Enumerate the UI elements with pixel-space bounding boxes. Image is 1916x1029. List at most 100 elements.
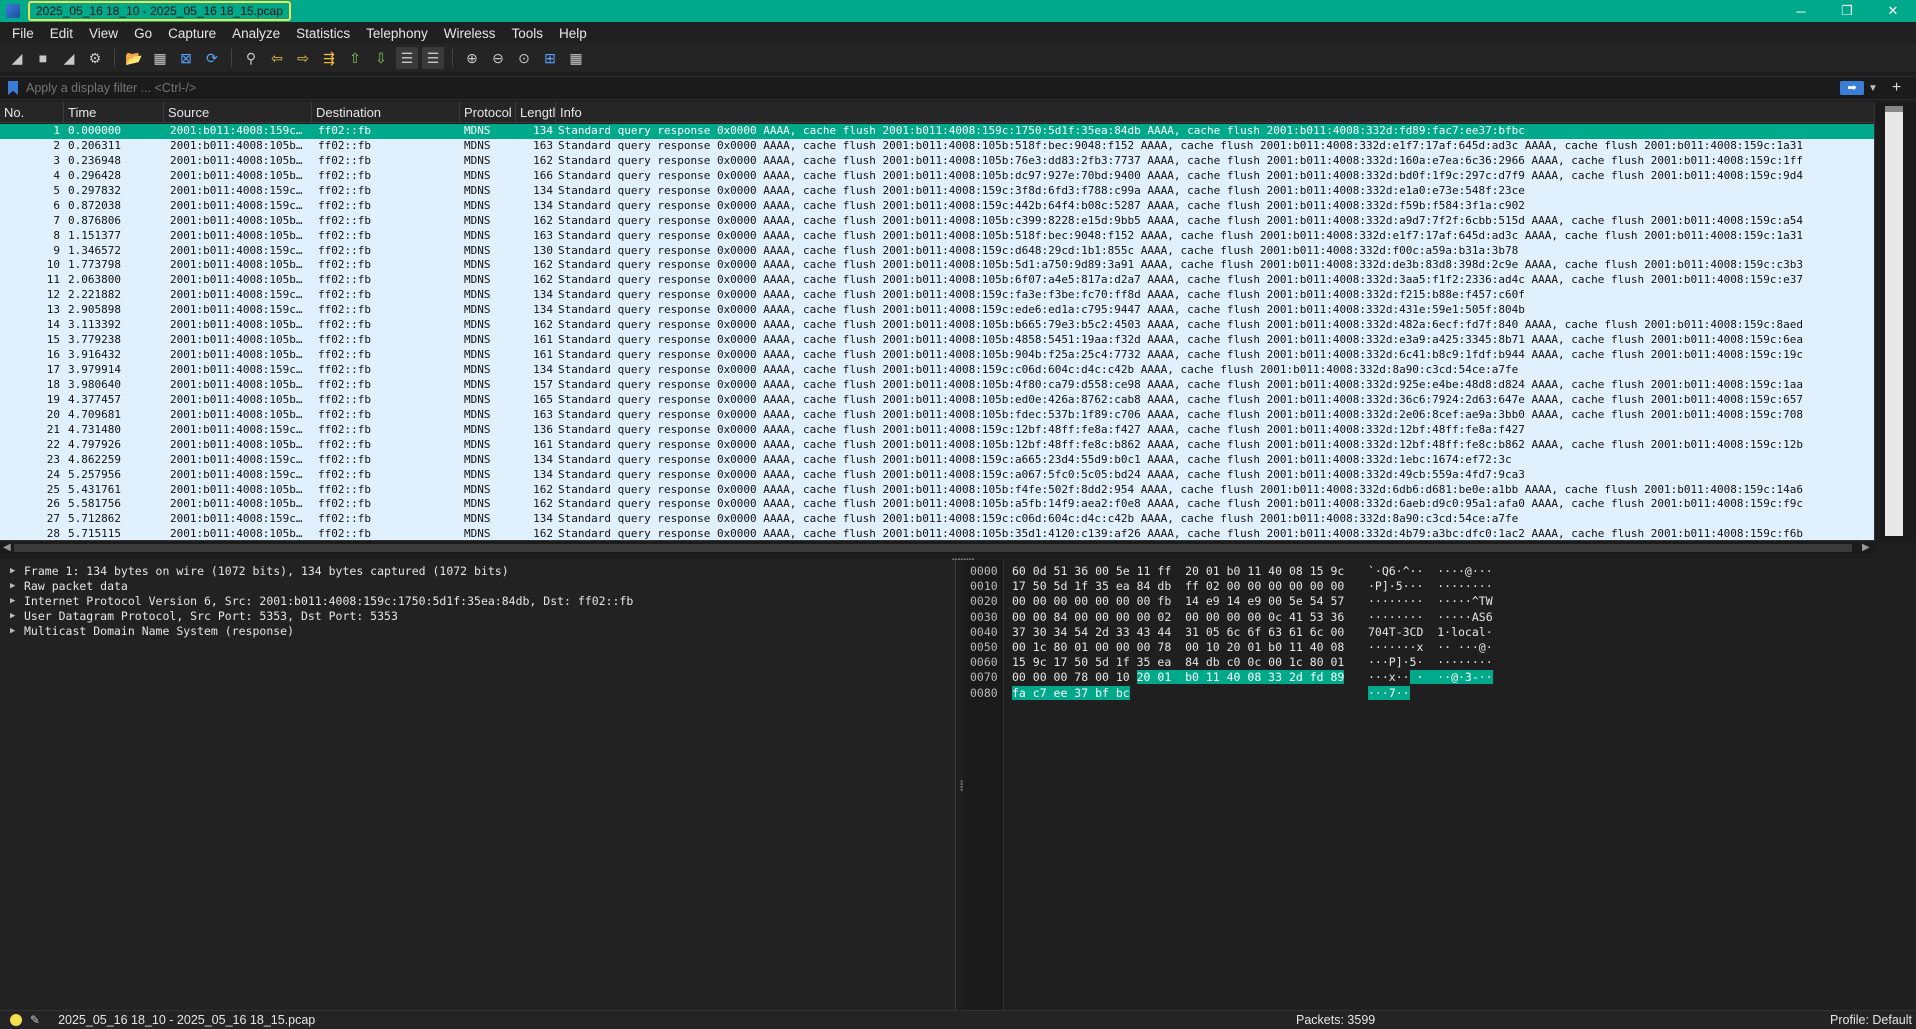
go-forward-icon[interactable]: ⇨ [292, 47, 314, 69]
start-capture-icon[interactable]: ◢ [6, 47, 28, 69]
packet-row[interactable]: 28 5.715115 2001:b011:4008:105b… ff02::fb MD… [0, 527, 1874, 540]
capture-options-icon[interactable]: ⚙ [84, 47, 106, 69]
auto-scroll-icon[interactable]: ☰ [396, 47, 418, 69]
column-header-destination[interactable]: Destination [312, 102, 460, 123]
minimize-button[interactable]: ─ [1778, 0, 1824, 22]
packet-row[interactable]: 27 5.712862 2001:b011:4008:159c… ff02::fb MD… [0, 512, 1874, 528]
expand-arrow-icon[interactable]: ▶ [10, 624, 24, 639]
restart-capture-icon[interactable]: ◢ [58, 47, 80, 69]
bytes-ascii[interactable]: `·Q6·^·· ····@··· [1368, 564, 1493, 579]
packet-row[interactable]: 21 4.731480 2001:b011:4008:159c… ff02::fb MD… [0, 422, 1874, 438]
menu-file[interactable]: File [4, 26, 42, 41]
packet-row[interactable]: 9 1.346572 2001:b011:4008:159c… ff02::fb MDN… [0, 243, 1874, 259]
detail-tree-item[interactable]: ▶ Multicast Domain Name System (response) [0, 624, 955, 639]
scroll-right-icon[interactable]: ▶ [1862, 541, 1870, 554]
packet-row[interactable]: 5 0.297832 2001:b011:4008:159c… ff02::fb MDN… [0, 183, 1874, 199]
menu-help[interactable]: Help [551, 26, 595, 41]
packet-row[interactable]: 4 0.296428 2001:b011:4008:105b… ff02::fb MDN… [0, 168, 1874, 184]
go-to-packet-icon[interactable]: ⇶ [318, 47, 340, 69]
menu-wireless[interactable]: Wireless [436, 26, 504, 41]
apply-filter-button[interactable]: ➡ [1840, 81, 1864, 95]
bytes-hex[interactable]: 17 50 5d 1f 35 ea 84 db ff 02 00 00 00 0… [1012, 579, 1344, 594]
bytes-ascii[interactable]: ·P]·5··· ········ [1368, 579, 1493, 594]
expand-arrow-icon[interactable]: ▶ [10, 564, 24, 579]
expand-arrow-icon[interactable]: ▶ [10, 609, 24, 624]
close-file-icon[interactable]: ⊠ [175, 47, 197, 69]
packet-row[interactable]: 3 0.236948 2001:b011:4008:105b… ff02::fb MDN… [0, 153, 1874, 169]
menu-telephony[interactable]: Telephony [358, 26, 436, 41]
go-last-packet-icon[interactable]: ⇩ [370, 47, 392, 69]
resize-columns-icon[interactable]: ⊞ [539, 47, 561, 69]
filter-history-dropdown[interactable]: ▼ [1868, 83, 1878, 94]
display-filter-input[interactable] [26, 78, 1836, 98]
bytes-ascii[interactable]: ········ ·····^TW [1368, 594, 1493, 609]
packet-row[interactable]: 19 4.377457 2001:b011:4008:105b… ff02::fb MD… [0, 392, 1874, 408]
zoom-normal-icon[interactable]: ⊙ [513, 47, 535, 69]
bytes-ascii[interactable]: ···7·· [1368, 685, 1410, 701]
packet-row[interactable]: 11 2.063800 2001:b011:4008:105b… ff02::fb MD… [0, 273, 1874, 289]
packet-row[interactable]: 1 0.000000 2001:b011:4008:159c… ff02::fb MDN… [0, 124, 1874, 139]
packet-row[interactable]: 14 3.113392 2001:b011:4008:105b… ff02::fb MD… [0, 318, 1874, 334]
bytes-hex[interactable]: 00 1c 80 01 00 00 00 78 00 10 20 01 b0 1… [1012, 640, 1344, 655]
detail-tree-item[interactable]: ▶ Internet Protocol Version 6, Src: 2001:… [0, 594, 955, 609]
packet-row[interactable]: 23 4.862259 2001:b011:4008:159c… ff02::fb MD… [0, 452, 1874, 468]
column-header-no[interactable]: No. [0, 102, 64, 123]
close-window-button[interactable]: ✕ [1870, 0, 1916, 22]
scrollbar-thumb[interactable] [1885, 106, 1903, 112]
packet-row[interactable]: 7 0.876806 2001:b011:4008:105b… ff02::fb MDN… [0, 213, 1874, 229]
bytes-ascii[interactable]: ···x·· · ··@·3-·· [1368, 670, 1493, 685]
reload-file-icon[interactable]: ⟳ [201, 47, 223, 69]
column-header-info[interactable]: Info [556, 102, 1874, 123]
column-header-length[interactable]: Lengtl [516, 102, 556, 123]
restore-button[interactable]: ❐ [1824, 0, 1870, 22]
packet-row[interactable]: 24 5.257956 2001:b011:4008:159c… ff02::fb MD… [0, 467, 1874, 483]
bytes-hex[interactable]: 00 00 84 00 00 00 00 02 00 00 00 00 0c 4… [1012, 610, 1344, 625]
packet-row[interactable]: 2 0.206311 2001:b011:4008:105b… ff02::fb MDN… [0, 138, 1874, 154]
packet-row[interactable]: 26 5.581756 2001:b011:4008:105b… ff02::fb MD… [0, 497, 1874, 513]
open-file-icon[interactable]: 📂 [123, 47, 145, 69]
packet-row[interactable]: 6 0.872038 2001:b011:4008:159c… ff02::fb MDN… [0, 198, 1874, 214]
expand-arrow-icon[interactable]: ▶ [10, 579, 24, 594]
bytes-hex[interactable]: fa c7 ee 37 bf bc [1012, 685, 1130, 701]
bytes-hex[interactable]: 00 00 00 78 00 10 20 01 b0 11 40 08 33 2… [1012, 670, 1345, 685]
scroll-left-icon[interactable]: ◀ [3, 541, 11, 554]
bytes-ascii[interactable]: ·······x ·· ···@· [1368, 640, 1493, 655]
expand-arrow-icon[interactable]: ▶ [10, 594, 24, 609]
bytes-ascii[interactable]: ········ ·····AS6 [1368, 610, 1493, 625]
bytes-hex[interactable]: 60 0d 51 36 00 5e 11 ff 20 01 b0 11 40 0… [1012, 564, 1344, 579]
filter-bookmark-icon[interactable] [8, 81, 18, 95]
packet-list-horizontal-scrollbar[interactable]: ◀ ▶ [0, 540, 1874, 554]
menu-analyze[interactable]: Analyze [224, 26, 288, 41]
zoom-out-icon[interactable]: ⊖ [487, 47, 509, 69]
menu-statistics[interactable]: Statistics [288, 26, 358, 41]
detail-tree-item[interactable]: ▶ Raw packet data [0, 579, 955, 594]
packet-row[interactable]: 16 3.916432 2001:b011:4008:105b… ff02::fb MD… [0, 348, 1874, 363]
bytes-ascii[interactable]: 704T-3CD 1·local· [1368, 625, 1493, 640]
bytes-hex[interactable]: 15 9c 17 50 5d 1f 35 ea 84 db c0 0c 00 1… [1012, 655, 1344, 670]
capture-comment-icon[interactable]: ✎ [30, 1013, 40, 1027]
column-header-time[interactable]: Time [64, 102, 164, 123]
expert-info-icon[interactable] [10, 1014, 22, 1026]
column-header-source[interactable]: Source [164, 102, 312, 123]
find-packet-icon[interactable]: ⚲ [240, 47, 262, 69]
detail-tree-item[interactable]: ▶ User Datagram Protocol, Src Port: 5353,… [0, 609, 955, 624]
bytes-hex[interactable]: 00 00 00 00 00 00 00 fb 14 e9 14 e9 00 5… [1012, 594, 1344, 609]
packet-list-vertical-scrollbar[interactable] [1874, 102, 1916, 542]
packet-row[interactable]: 10 1.773798 2001:b011:4008:105b… ff02::fb MD… [0, 258, 1874, 274]
add-filter-button[interactable]: + [1892, 79, 1901, 97]
zoom-in-icon[interactable]: ⊕ [461, 47, 483, 69]
column-header-protocol[interactable]: Protocol [460, 102, 516, 123]
packet-row[interactable]: 8 1.151377 2001:b011:4008:105b… ff02::fb MDN… [0, 228, 1874, 244]
packet-row[interactable]: 25 5.431761 2001:b011:4008:105b… ff02::fb MD… [0, 482, 1874, 498]
go-first-packet-icon[interactable]: ⇧ [344, 47, 366, 69]
stop-capture-icon[interactable]: ■ [32, 47, 54, 69]
packet-row[interactable]: 20 4.709681 2001:b011:4008:105b… ff02::fb MD… [0, 407, 1874, 423]
status-profile[interactable]: Profile: Default [1830, 1013, 1912, 1027]
menu-capture[interactable]: Capture [160, 26, 224, 41]
packet-row[interactable]: 15 3.779238 2001:b011:4008:105b… ff02::fb MD… [0, 333, 1874, 349]
detail-tree-item[interactable]: ▶ Frame 1: 134 bytes on wire (1072 bits),… [0, 564, 955, 579]
packet-row[interactable]: 17 3.979914 2001:b011:4008:159c… ff02::fb MD… [0, 363, 1874, 378]
go-back-icon[interactable]: ⇦ [266, 47, 288, 69]
horizontal-scrollbar-thumb[interactable] [14, 544, 1852, 552]
colorize-icon[interactable]: ☰ [422, 47, 444, 69]
